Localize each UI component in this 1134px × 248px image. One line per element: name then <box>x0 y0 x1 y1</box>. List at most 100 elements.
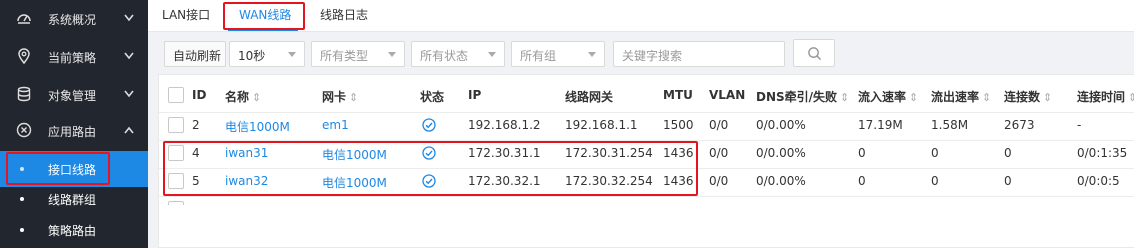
sidebar-item-current-policy[interactable]: 当前策略 <box>0 38 148 76</box>
cell-vlan: 0/0 <box>709 174 729 188</box>
row-divider <box>159 196 1134 197</box>
col-header-status: 状态 <box>420 90 445 104</box>
group-filter-value: 所有组 <box>520 49 557 63</box>
sidebar-item-system-overview[interactable]: 系统概况 <box>0 0 148 38</box>
cell-nic-link[interactable]: em1 <box>322 118 349 132</box>
sidebar-subitem-label: 策略路由 <box>48 223 97 238</box>
cell-mtu: 1500 <box>663 118 694 132</box>
auto-refresh-label: 自动刷新 <box>173 49 222 63</box>
cell-out-rate: 0 <box>931 174 939 188</box>
highlight-box <box>163 141 698 196</box>
cell-connections: 0 <box>1004 174 1012 188</box>
cell-in-rate: 0 <box>858 174 866 188</box>
refresh-interval-select[interactable]: 10秒 <box>229 41 305 67</box>
status-filter-select[interactable]: 所有状态 <box>411 41 505 67</box>
sort-icon: ⇕ <box>1128 91 1134 104</box>
cell-in-rate: 17.19M <box>858 118 903 132</box>
type-filter-value: 所有类型 <box>320 49 369 63</box>
bullet-dot-icon <box>20 197 24 201</box>
cell-dns: 0/0.00% <box>756 146 806 160</box>
cell-out-rate: 0 <box>931 146 939 160</box>
sort-icon: ⇕ <box>252 91 262 104</box>
auto-refresh-button[interactable]: 自动刷新 <box>164 41 226 67</box>
chevron-down-icon <box>124 14 134 22</box>
sidebar-item-app-routing[interactable]: 应用路由 <box>0 112 148 150</box>
cell-in-rate: 0 <box>858 146 866 160</box>
chevron-up-icon <box>124 126 134 134</box>
search-icon <box>808 47 822 61</box>
col-header-in-rate[interactable]: 流入速率 ⇕ <box>858 88 918 105</box>
col-header-label: 连接数 <box>1004 90 1041 104</box>
sort-icon: ⇕ <box>909 91 919 104</box>
cell-conn-time: - <box>1077 118 1082 132</box>
chevron-down-icon <box>124 90 134 98</box>
col-header-mtu: MTU <box>663 88 693 102</box>
tab-lan-interface[interactable]: LAN接口 <box>162 0 210 31</box>
col-header-label: 网卡 <box>322 90 347 104</box>
col-header-connections[interactable]: 连接数 ⇕ <box>1004 88 1052 105</box>
cell-connections: 0 <box>1004 146 1012 160</box>
cell-out-rate: 1.58M <box>931 118 969 132</box>
col-header-label: 连接时间 <box>1077 90 1126 104</box>
sort-icon: ⇕ <box>349 91 359 104</box>
row-checkbox[interactable] <box>168 117 184 133</box>
col-header-label: DNS牵引/失败 <box>756 90 838 104</box>
cell-gateway: 192.168.1.1 <box>565 118 638 132</box>
row-divider <box>159 112 1134 113</box>
row-checkbox[interactable] <box>168 201 184 205</box>
group-filter-select[interactable]: 所有组 <box>511 41 605 67</box>
sidebar-item-object-management[interactable]: 对象管理 <box>0 76 148 114</box>
chevron-down-icon <box>488 52 496 57</box>
col-header-label: 名称 <box>225 90 250 104</box>
col-header-label: 流入速率 <box>858 90 907 104</box>
col-header-dns[interactable]: DNS牵引/失败 ⇕ <box>756 88 849 105</box>
check-circle-icon <box>422 118 436 132</box>
sidebar: 系统概况 当前策略 对象管理 应用路由 接口线路 线路群组 策略路由 <box>0 0 148 248</box>
database-icon <box>17 86 31 102</box>
sidebar-subitem-label: 线路群组 <box>48 192 97 207</box>
col-header-conn-time[interactable]: 连接时间 ⇕ <box>1077 88 1134 105</box>
dashboard-icon <box>17 14 31 24</box>
sort-icon: ⇕ <box>982 91 992 104</box>
select-all-checkbox[interactable] <box>168 87 184 103</box>
search-input[interactable]: 关键字搜索 <box>613 41 785 67</box>
route-icon <box>16 122 32 138</box>
col-header-gateway: 线路网关 <box>565 90 614 104</box>
cell-conn-time: 0/0:1:35 <box>1077 146 1128 160</box>
highlight-box <box>223 2 305 30</box>
highlight-box <box>6 152 110 185</box>
sidebar-item-label: 应用路由 <box>48 124 97 139</box>
cell-connections: 2673 <box>1004 118 1035 132</box>
cell-id: 2 <box>192 118 200 132</box>
cell-dns: 0/0.00% <box>756 118 806 132</box>
sort-icon: ⇕ <box>1043 91 1053 104</box>
col-header-ip: IP <box>468 88 482 102</box>
sidebar-item-label: 系统概况 <box>48 12 97 27</box>
bullet-dot-icon <box>20 228 24 232</box>
col-header-name[interactable]: 名称 ⇕ <box>225 88 261 105</box>
col-header-label: 流出速率 <box>931 90 980 104</box>
cell-dns: 0/0.00% <box>756 174 806 188</box>
sidebar-item-label: 当前策略 <box>48 50 97 65</box>
search-placeholder: 关键字搜索 <box>622 49 683 63</box>
col-header-nic[interactable]: 网卡 ⇕ <box>322 88 358 105</box>
refresh-interval-value: 10秒 <box>238 49 266 63</box>
cell-conn-time: 0/0:0:5 <box>1077 174 1120 188</box>
location-pin-icon <box>18 48 30 64</box>
chevron-down-icon <box>124 52 134 60</box>
chevron-down-icon <box>288 52 296 57</box>
cell-vlan: 0/0 <box>709 146 729 160</box>
tab-line-log[interactable]: 线路日志 <box>320 0 368 31</box>
cell-name-link[interactable]: 电信1000M <box>225 118 290 135</box>
col-header-out-rate[interactable]: 流出速率 ⇕ <box>931 88 991 105</box>
sidebar-subitem-policy-routing[interactable]: 策略路由 <box>0 212 148 248</box>
sort-icon: ⇕ <box>840 91 850 104</box>
sidebar-item-label: 对象管理 <box>48 88 97 103</box>
status-filter-value: 所有状态 <box>420 49 469 63</box>
search-button[interactable] <box>793 39 835 67</box>
type-filter-select[interactable]: 所有类型 <box>311 41 405 67</box>
chevron-down-icon <box>588 52 596 57</box>
chevron-down-icon <box>388 52 396 57</box>
col-header-id: ID <box>192 88 207 102</box>
cell-ip: 192.168.1.2 <box>468 118 541 132</box>
